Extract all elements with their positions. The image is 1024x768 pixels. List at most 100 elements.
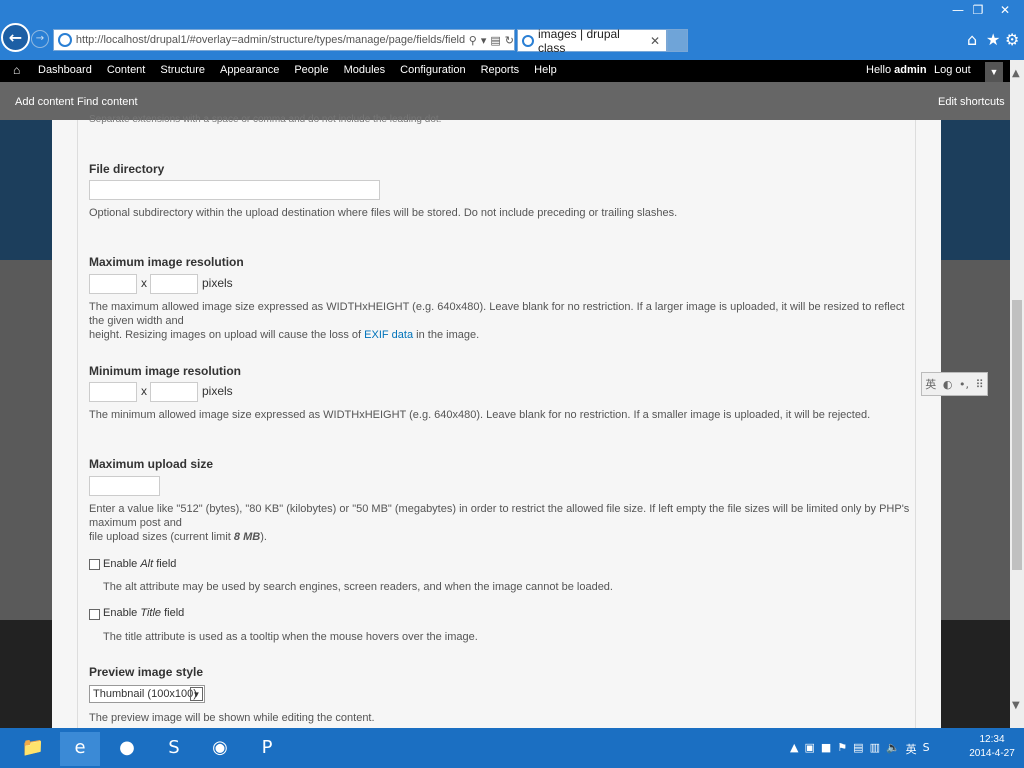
forward-button[interactable]: → xyxy=(31,30,49,48)
max-width-input[interactable] xyxy=(89,274,137,294)
upload-limit-value: 8 MB xyxy=(233,531,261,543)
clock-time: 12:34 xyxy=(979,734,1005,745)
volume-icon[interactable]: 🔈 xyxy=(886,741,900,757)
tray-app-icon[interactable]: ▣ xyxy=(804,741,814,757)
clock-date: 2014-4-27 xyxy=(969,748,1015,759)
restore-button[interactable]: ❐ xyxy=(968,2,988,18)
menu-people[interactable]: People xyxy=(294,64,328,76)
menu-reports[interactable]: Reports xyxy=(481,64,520,76)
enable-alt-checkbox[interactable] xyxy=(89,559,100,570)
powerpoint-icon[interactable]: P xyxy=(247,732,287,766)
scroll-up-icon[interactable]: ▲ xyxy=(1012,68,1020,79)
admin-toolbar: ⌂ Dashboard Content Structure Appearance… xyxy=(0,60,1010,82)
enable-alt-label[interactable]: Enable Alt field xyxy=(103,558,176,570)
home-icon[interactable]: ⌂ xyxy=(967,30,977,49)
ime-language-icon[interactable]: 英 xyxy=(925,376,936,392)
scrollbar-thumb[interactable] xyxy=(1012,300,1022,570)
ime-mode-icon[interactable]: ◐ xyxy=(943,378,953,391)
ime-menu-icon[interactable]: ⠿ xyxy=(976,378,984,391)
page-scrollbar[interactable]: ▲ ▼ xyxy=(1010,60,1024,728)
menu-modules[interactable]: Modules xyxy=(344,64,386,76)
field-settings-form: Separate extensions with a space or comm… xyxy=(77,114,916,728)
chevron-down-icon[interactable]: ▼ xyxy=(190,687,203,701)
title-field-description: The title attribute is used as a tooltip… xyxy=(103,631,478,643)
title-name: Title xyxy=(140,607,162,619)
flag-icon[interactable]: ⚑ xyxy=(837,741,847,757)
scroll-down-icon[interactable]: ▼ xyxy=(1012,700,1020,711)
ime-tray-icon[interactable]: 英 xyxy=(906,741,917,757)
cutoff-description: Separate extensions with a space or comm… xyxy=(89,114,442,125)
menu-structure[interactable]: Structure xyxy=(160,64,205,76)
minimize-button[interactable]: — xyxy=(948,2,968,18)
max-height-input[interactable] xyxy=(150,274,198,294)
ime-punctuation-icon[interactable]: •, xyxy=(959,378,969,391)
chrome-icon[interactable]: ◉ xyxy=(200,732,240,766)
menu-configuration[interactable]: Configuration xyxy=(400,64,465,76)
toolbar-drawer-toggle[interactable]: ▼ xyxy=(985,62,1003,82)
menu-help[interactable]: Help xyxy=(534,64,557,76)
new-tab-button[interactable] xyxy=(667,29,688,52)
max-resolution-desc-2: height. Resizing images on upload will c… xyxy=(89,329,362,341)
edit-shortcuts-link[interactable]: Edit shortcuts xyxy=(938,96,1005,108)
user-link[interactable]: admin xyxy=(894,64,926,76)
firefox-icon[interactable]: ● xyxy=(107,732,147,766)
shortcut-find-content[interactable]: Find content xyxy=(77,96,138,108)
user-greeting: Hello admin xyxy=(866,64,927,76)
title-suffix: field xyxy=(164,607,185,619)
max-upload-label: Maximum upload size xyxy=(89,457,214,471)
ie-page-icon xyxy=(58,33,72,47)
preview-style-label: Preview image style xyxy=(89,665,204,679)
enable-title-label[interactable]: Enable Title field xyxy=(103,607,184,619)
signal-icon[interactable]: ▥ xyxy=(870,741,880,757)
refresh-icon[interactable]: ↻ xyxy=(505,34,514,47)
search-icon[interactable]: ⚲ xyxy=(469,34,477,47)
tab-favicon-icon xyxy=(522,34,534,47)
taskbar-clock[interactable]: 12:34 2014-4-27 xyxy=(962,733,1022,761)
back-button[interactable]: ← xyxy=(1,23,30,52)
tab-title: images | drupal class xyxy=(538,26,620,55)
arrow-right-icon: → xyxy=(35,33,45,44)
browser-tab[interactable]: images | drupal class ✕ xyxy=(517,26,667,55)
menu-dashboard[interactable]: Dashboard xyxy=(38,64,92,76)
min-width-input[interactable] xyxy=(89,382,137,402)
max-resolution-label: Maximum image resolution xyxy=(89,255,244,269)
address-bar[interactable]: http://localhost/drupal1/#overlay=admin/… xyxy=(53,29,515,51)
internet-explorer-icon[interactable]: e xyxy=(60,732,100,766)
max-upload-desc-1: Enter a value like "512" (bytes), "80 KB… xyxy=(89,503,910,529)
min-resolution-label: Minimum image resolution xyxy=(89,364,242,378)
max-resolution-x: x xyxy=(141,276,147,290)
menu-content[interactable]: Content xyxy=(107,64,146,76)
skype-icon[interactable]: S xyxy=(154,732,194,766)
browser-chrome: — ❐ ✕ ← → http://localhost/drupal1/#over… xyxy=(0,0,1024,60)
sogou-icon[interactable]: S xyxy=(923,741,930,757)
tray-app-icon[interactable]: ■ xyxy=(821,741,831,757)
file-directory-label: File directory xyxy=(89,162,165,176)
home-icon[interactable]: ⌂ xyxy=(13,63,20,77)
ime-toolbar[interactable]: 英 ◐ •, ⠿ xyxy=(921,372,988,396)
max-upload-desc-3: ). xyxy=(260,531,267,543)
file-explorer-icon[interactable]: 📁 xyxy=(13,732,53,766)
tray-expand-icon[interactable]: ▲ xyxy=(790,741,798,757)
alt-suffix: field xyxy=(156,558,177,570)
max-resolution-description: The maximum allowed image size expressed… xyxy=(89,300,911,342)
preview-style-select[interactable]: Thumbnail (100x100) ▼ xyxy=(89,685,205,703)
preview-style-description: The preview image will be shown while ed… xyxy=(89,712,375,724)
exif-data-link[interactable]: EXIF data xyxy=(364,329,413,341)
greeting-prefix: Hello xyxy=(866,64,892,76)
file-directory-description: Optional subdirectory within the upload … xyxy=(89,207,678,219)
enable-title-checkbox[interactable] xyxy=(89,609,100,620)
tab-close-icon[interactable]: ✕ xyxy=(650,34,666,48)
compat-view-icon[interactable]: ▤ xyxy=(490,34,500,47)
menu-appearance[interactable]: Appearance xyxy=(220,64,279,76)
network-icon[interactable]: ▤ xyxy=(853,741,863,757)
gear-icon[interactable]: ⚙ xyxy=(1005,30,1019,49)
shortcut-add-content[interactable]: Add content xyxy=(15,96,74,108)
close-window-button[interactable]: ✕ xyxy=(995,2,1015,18)
dropdown-icon[interactable]: ▾ xyxy=(481,34,487,47)
min-height-input[interactable] xyxy=(150,382,198,402)
alt-prefix: Enable xyxy=(103,558,138,570)
star-icon[interactable]: ★ xyxy=(986,30,1000,49)
logout-link[interactable]: Log out xyxy=(934,64,971,76)
file-directory-input[interactable] xyxy=(89,180,380,200)
address-url[interactable]: http://localhost/drupal1/#overlay=admin/… xyxy=(76,34,465,46)
